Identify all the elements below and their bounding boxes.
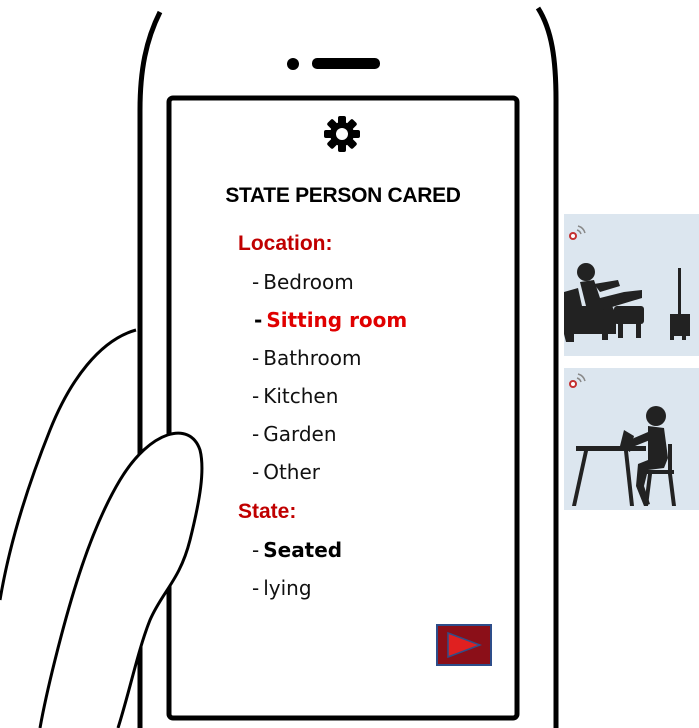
- list-dash: -: [252, 576, 260, 600]
- list-dash: -: [252, 460, 260, 484]
- location-option-other[interactable]: - Other: [252, 460, 320, 484]
- location-heading: Location:: [238, 232, 333, 255]
- person-reading-at-table-icon: [569, 373, 676, 506]
- gear-icon[interactable]: [322, 114, 362, 154]
- list-dash: -: [252, 346, 260, 370]
- option-label: Kitchen: [263, 384, 339, 408]
- state-option-seated[interactable]: - Seated: [252, 538, 342, 562]
- list-dash: -: [254, 308, 263, 332]
- location-option-garden[interactable]: - Garden: [252, 422, 337, 446]
- scene-card-table[interactable]: [564, 368, 699, 510]
- scene-card-armchair[interactable]: [564, 214, 699, 356]
- sensor-icon: [569, 225, 586, 240]
- option-label: Other: [263, 460, 321, 484]
- option-label: Garden: [263, 422, 337, 446]
- sensor-icon: [569, 373, 586, 388]
- state-heading: State:: [238, 500, 297, 523]
- option-label: lying: [263, 576, 312, 600]
- camera-dot: [287, 58, 299, 70]
- option-label: Sitting room: [266, 308, 408, 332]
- person-reclining-in-armchair-icon: [564, 225, 690, 342]
- location-option-bedroom[interactable]: - Bedroom: [252, 270, 354, 294]
- play-triangle-icon: [447, 631, 482, 659]
- list-dash: -: [252, 422, 260, 446]
- option-label: Bathroom: [263, 346, 362, 370]
- option-label: Seated: [263, 538, 343, 562]
- phone-screen: STATE PERSON CARED Location: - Bedroom -S…: [176, 104, 510, 708]
- list-dash: -: [252, 384, 260, 408]
- location-option-bathroom[interactable]: - Bathroom: [252, 346, 361, 370]
- screen-title: STATE PERSON CARED: [225, 184, 461, 207]
- option-label: Bedroom: [263, 270, 354, 294]
- list-dash: -: [252, 270, 260, 294]
- list-dash: -: [252, 538, 260, 562]
- location-option-kitchen[interactable]: - Kitchen: [252, 384, 338, 408]
- speaker-slot: [312, 58, 380, 69]
- next-button[interactable]: [436, 624, 492, 666]
- state-option-lying[interactable]: - lying: [252, 576, 312, 600]
- location-option-sitting-room[interactable]: - Sitting room: [254, 308, 407, 332]
